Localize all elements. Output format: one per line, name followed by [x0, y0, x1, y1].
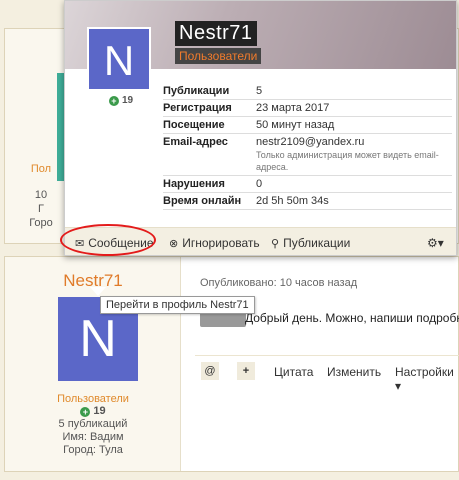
post-box: Nestr71 N Пользователи +19 5 публикаций …: [4, 256, 459, 472]
ignore-label: Игнорировать: [182, 236, 260, 250]
author-column: Nestr71 N Пользователи +19 5 публикаций …: [5, 257, 181, 471]
reputation-plus-icon: +: [80, 407, 91, 417]
mention-button[interactable]: @: [201, 362, 219, 380]
post-body: Добрый день. Можно, напиши подробн: [245, 311, 459, 325]
quote-button[interactable]: Цитата: [274, 365, 313, 379]
post-date: Опубликовано: 10 часов назад: [200, 277, 358, 289]
author-group: Пользователи: [57, 393, 129, 405]
stat-value: 23 марта 2017: [256, 99, 452, 117]
edit-button[interactable]: Изменить: [327, 365, 381, 379]
stat-row: Посещение 50 минут назад: [163, 116, 452, 134]
reputation-value: 19: [93, 405, 106, 417]
profile-hovercard: Nestr71 Пользователи N +19 Публикации 5 …: [64, 0, 457, 256]
stat-value: 0: [256, 175, 452, 193]
email-visibility-note: Только администрация может видеть email-…: [256, 150, 439, 172]
stat-key: Посещение: [163, 116, 256, 134]
author-city-field: Город: Тула: [63, 444, 123, 456]
author-publications: 5 публикаций: [58, 418, 128, 430]
profile-link-tooltip: Перейти в профиль Nestr71: [100, 296, 255, 314]
hovercard-pointer: [90, 287, 106, 296]
stat-value: 5: [256, 83, 452, 100]
author-reputation: +19: [5, 405, 181, 417]
stat-row: Время онлайн 2d 5h 50m 34s: [163, 192, 452, 210]
post-actions-bar: @ + Цитата Изменить Настройки ▾: [195, 355, 459, 393]
publications-label: Публикации: [283, 236, 351, 250]
plus-button[interactable]: +: [237, 362, 255, 380]
stat-row: Публикации 5: [163, 83, 452, 100]
stat-value: 2d 5h 50m 34s: [256, 192, 452, 210]
stat-value: 50 минут назад: [256, 116, 452, 134]
stat-key: Нарушения: [163, 175, 256, 193]
stat-key: Время онлайн: [163, 192, 256, 210]
profile-stats-table: Публикации 5 Регистрация 23 марта 2017 П…: [163, 83, 452, 210]
chevron-down-icon: ▾: [437, 236, 444, 250]
reputation-plus-icon: +: [108, 96, 119, 106]
hovercard-avatar[interactable]: N: [87, 27, 151, 91]
options-menu-button[interactable]: ⚙▾: [427, 236, 444, 250]
settings-label: Настройки: [395, 365, 454, 379]
hovercard-group: Пользователи: [175, 48, 262, 64]
hovercard-reputation: +19: [87, 95, 155, 106]
block-icon: ⊗: [169, 238, 179, 250]
author-name-field: Имя: Вадим: [62, 431, 124, 443]
stat-row: Регистрация 23 марта 2017: [163, 99, 452, 117]
stat-value-email: nestr2109@yandex.ru Только администрация…: [256, 133, 452, 176]
stat-row: Email-адрес nestr2109@yandex.ru Только а…: [163, 133, 452, 176]
gear-icon: ⚙: [427, 236, 438, 250]
hovercard-reputation-value: 19: [121, 95, 134, 106]
publications-button[interactable]: ⚲ Публикации: [271, 236, 350, 250]
chevron-down-icon: ▾: [395, 379, 402, 393]
stat-key: Регистрация: [163, 99, 256, 117]
stat-key: Email-адрес: [163, 133, 256, 176]
hovercard-username[interactable]: Nestr71: [175, 21, 257, 46]
search-icon: ⚲: [271, 238, 280, 250]
ignore-button[interactable]: ⊗ Игнорировать: [169, 236, 260, 250]
red-annotation-circle: [60, 224, 156, 256]
stat-key: Публикации: [163, 83, 256, 100]
settings-button[interactable]: Настройки ▾: [395, 365, 459, 393]
email-address[interactable]: nestr2109@yandex.ru: [256, 136, 364, 148]
stat-row: Нарушения 0: [163, 175, 452, 193]
